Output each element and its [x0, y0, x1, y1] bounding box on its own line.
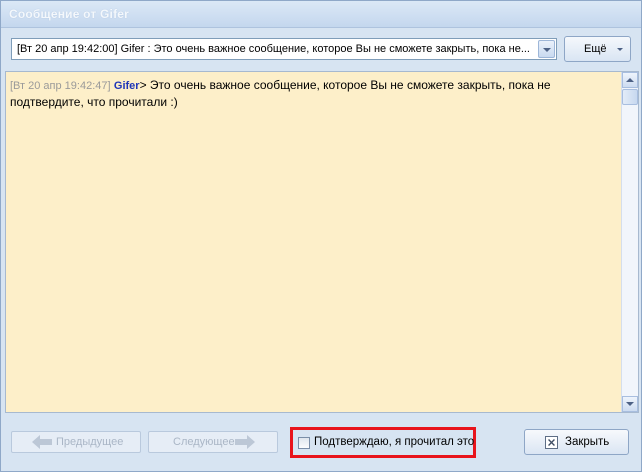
chevron-down-icon[interactable]	[538, 40, 555, 58]
vertical-scrollbar[interactable]	[621, 72, 638, 412]
title-bar[interactable]: Сообщение от Gifer	[1, 1, 641, 28]
close-icon	[545, 436, 558, 449]
next-button[interactable]: Следующее	[148, 431, 278, 453]
message-timestamp: [Вт 20 апр 19:42:47]	[10, 80, 111, 92]
message-author[interactable]: Gifer	[114, 80, 140, 92]
more-button[interactable]: Ещё	[564, 36, 631, 62]
scroll-down-icon[interactable]	[622, 396, 638, 412]
previous-button-label: Предыдущее	[56, 436, 124, 448]
message-separator: >	[139, 78, 147, 92]
scroll-up-icon[interactable]	[622, 72, 638, 88]
message-window: Сообщение от Gifer [Вт 20 апр 19:42:00] …	[0, 0, 642, 472]
window-title: Сообщение от Gifer	[9, 7, 130, 21]
message-select-value: [Вт 20 апр 19:42:00] Gifer : Это очень в…	[17, 43, 530, 55]
scroll-thumb[interactable]	[622, 89, 638, 105]
more-button-label: Ещё	[584, 43, 607, 55]
confirm-read-highlight: Подтверждаю, я прочитал это	[290, 427, 476, 458]
confirm-read-checkbox[interactable]	[298, 437, 310, 449]
message-log[interactable]: [Вт 20 апр 19:42:47] Gifer> Это очень ва…	[5, 71, 639, 413]
arrow-left-icon	[32, 435, 52, 449]
dropdown-arrow-icon	[617, 48, 623, 51]
message-select-dropdown[interactable]: [Вт 20 апр 19:42:00] Gifer : Это очень в…	[11, 38, 557, 60]
close-button[interactable]: Закрыть	[524, 429, 629, 455]
previous-button[interactable]: Предыдущее	[11, 431, 141, 453]
message-entry: [Вт 20 апр 19:42:47] Gifer> Это очень ва…	[10, 77, 610, 110]
close-button-label: Закрыть	[565, 436, 610, 448]
next-button-label: Следующее	[173, 436, 235, 448]
confirm-read-label[interactable]: Подтверждаю, я прочитал это	[314, 436, 474, 448]
arrow-right-icon	[235, 435, 255, 449]
